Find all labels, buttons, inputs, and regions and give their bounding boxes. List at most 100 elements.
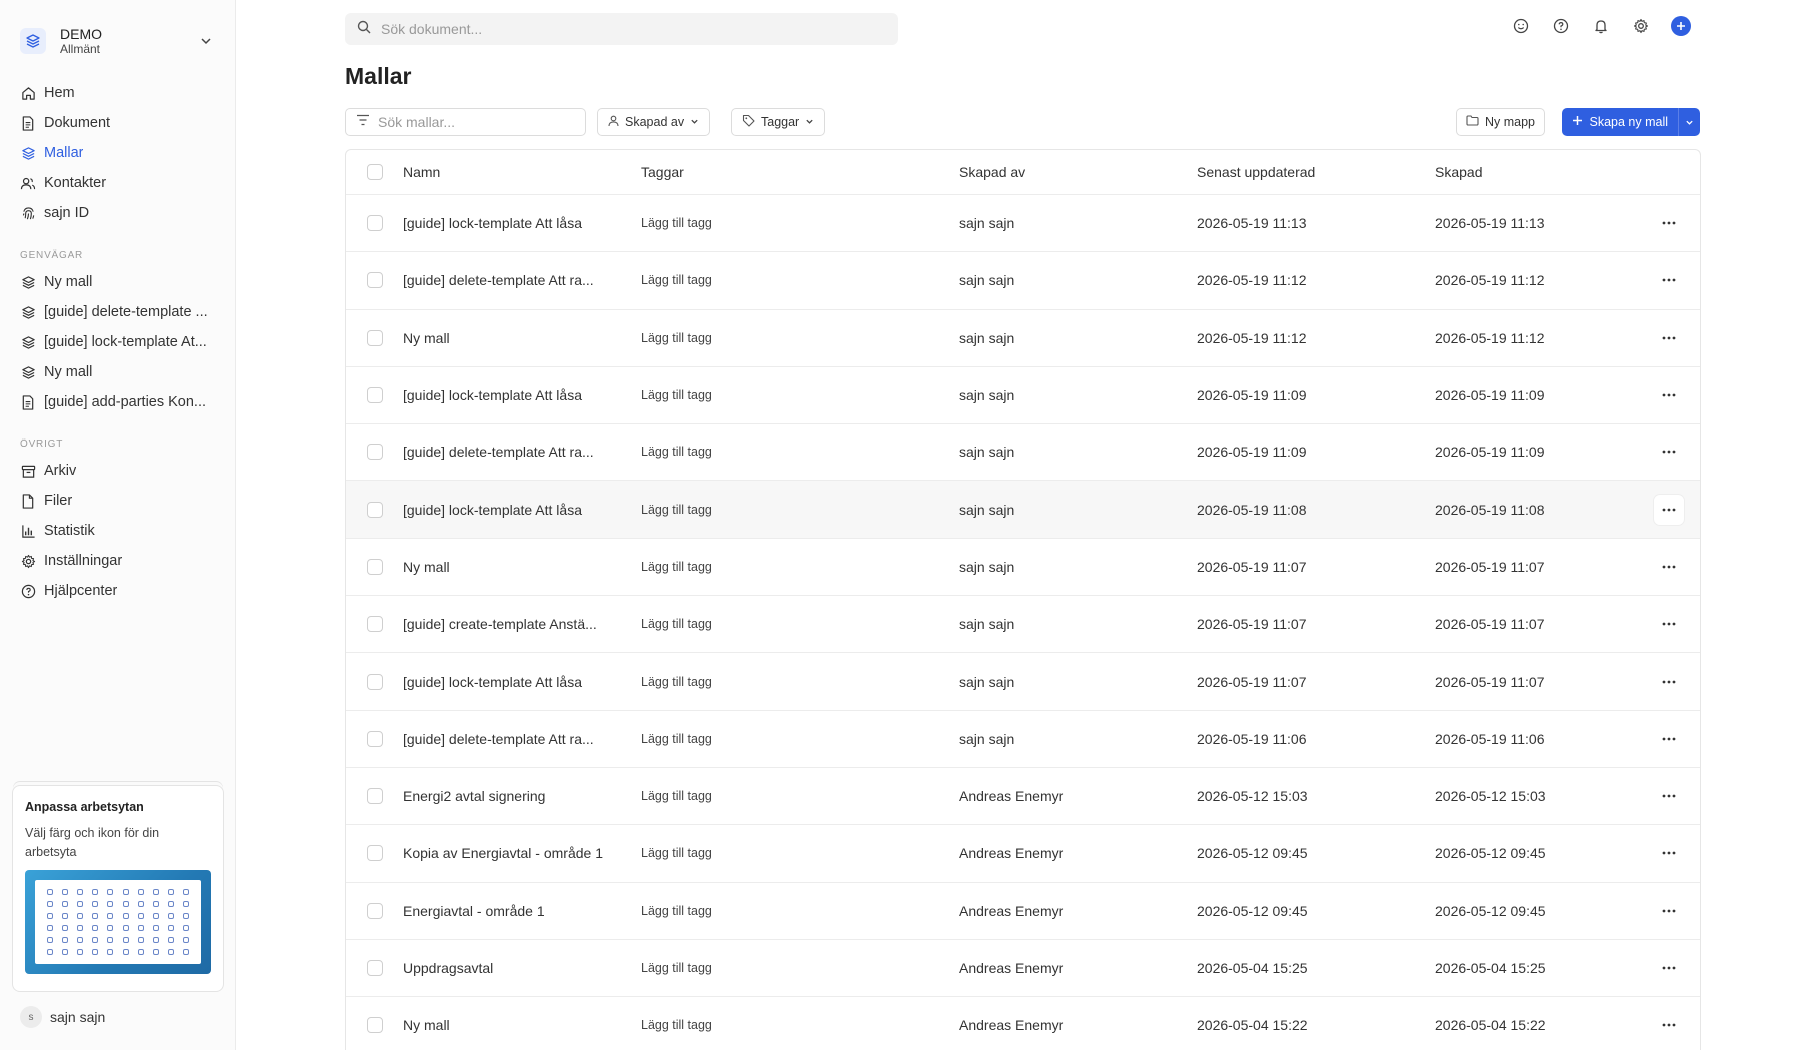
sidebar-item-mallar[interactable]: Mallar — [0, 138, 235, 168]
table-row[interactable]: [guide] lock-template Att låsa Lägg till … — [346, 367, 1700, 425]
template-name[interactable]: Ny mall — [403, 559, 641, 575]
more-options-icon[interactable] — [1654, 667, 1684, 697]
chevron-down-icon[interactable] — [197, 32, 215, 50]
table-row[interactable]: [guide] delete-template Att ra... Lägg ti… — [346, 711, 1700, 768]
table-row[interactable]: [guide] delete-template Att ra... Lägg ti… — [346, 424, 1700, 482]
more-options-icon[interactable] — [1654, 265, 1684, 295]
row-checkbox[interactable] — [366, 902, 383, 919]
bell-icon[interactable] — [1591, 16, 1611, 36]
customize-workspace-card[interactable]: Anpassa arbetsytan Välj färg och ikon fö… — [12, 785, 224, 992]
sidebar-item-dokument[interactable]: Dokument — [0, 108, 235, 138]
sidebar-item-statistik[interactable]: Statistik — [0, 516, 235, 546]
template-name[interactable]: Energiavtal - område 1 — [403, 903, 641, 919]
smiley-icon[interactable] — [1511, 16, 1531, 36]
row-checkbox[interactable] — [366, 730, 383, 747]
more-options-icon[interactable] — [1654, 494, 1684, 525]
add-tag-button[interactable]: Lägg till tagg — [641, 388, 712, 402]
table-row[interactable]: Ny mall Lägg till tagg sajn sajn 2026-05-19… — [346, 310, 1700, 367]
sidebar-item-inställningar[interactable]: Inställningar — [0, 546, 235, 576]
add-tag-button[interactable]: Lägg till tagg — [641, 675, 712, 689]
more-options-icon[interactable] — [1654, 781, 1684, 811]
template-name[interactable]: [guide] lock-template Att låsa — [403, 674, 641, 690]
row-checkbox[interactable] — [366, 215, 383, 232]
row-checkbox[interactable] — [366, 673, 383, 690]
table-row[interactable]: Energi2 avtal signering Lägg till tagg And… — [346, 768, 1700, 826]
gear-icon[interactable] — [1631, 16, 1651, 36]
sidebar-item-hjälpcenter[interactable]: Hjälpcenter — [0, 576, 235, 606]
table-row[interactable]: [guide] lock-template Att låsa Lägg till … — [346, 481, 1700, 539]
template-name[interactable]: [guide] lock-template Att låsa — [403, 387, 641, 403]
template-name[interactable]: Uppdragsavtal — [403, 960, 641, 976]
add-tag-button[interactable]: Lägg till tagg — [641, 732, 712, 746]
sidebar-item-hem[interactable]: Hem — [0, 78, 235, 108]
header-created-by[interactable]: Skapad av — [959, 164, 1197, 180]
more-options-icon[interactable] — [1654, 896, 1684, 926]
sidebar-item-ny-mall[interactable]: Ny mall — [0, 267, 235, 297]
template-name[interactable]: [guide] delete-template Att ra... — [403, 731, 641, 747]
sidebar-item-guide-delete-template[interactable]: [guide] delete-template ... — [0, 297, 235, 327]
more-options-icon[interactable] — [1654, 609, 1684, 639]
table-row[interactable]: Energiavtal - område 1 Lägg till tagg Andr… — [346, 883, 1700, 940]
row-checkbox[interactable] — [366, 1017, 383, 1034]
template-search-input[interactable] — [378, 114, 568, 130]
user-menu[interactable]: s sajn sajn — [20, 1006, 105, 1028]
table-row[interactable]: Kopia av Energiavtal - område 1 Lägg till… — [346, 825, 1700, 883]
add-tag-button[interactable]: Lägg till tagg — [641, 789, 712, 803]
add-tag-button[interactable]: Lägg till tagg — [641, 445, 712, 459]
workspace-switcher[interactable]: DEMO Allmänt — [0, 0, 235, 66]
sidebar-item-arkiv[interactable]: Arkiv — [0, 456, 235, 486]
more-options-icon[interactable] — [1654, 838, 1684, 868]
help-icon[interactable] — [1551, 16, 1571, 36]
template-name[interactable]: Kopia av Energiavtal - område 1 — [403, 845, 641, 861]
sidebar-item-guide-add-parties-kon[interactable]: [guide] add-parties Kon... — [0, 387, 235, 417]
table-row[interactable]: [guide] lock-template Att låsa Lägg till … — [346, 195, 1700, 253]
template-name[interactable]: [guide] delete-template Att ra... — [403, 444, 641, 460]
row-checkbox[interactable] — [366, 616, 383, 633]
tags-filter[interactable]: Taggar — [731, 108, 826, 136]
table-row[interactable]: [guide] create-template Anstä... Lägg til… — [346, 596, 1700, 654]
add-tag-button[interactable]: Lägg till tagg — [641, 503, 712, 517]
table-row[interactable]: [guide] delete-template Att ra... Lägg ti… — [346, 252, 1700, 310]
document-search[interactable] — [345, 13, 898, 45]
created-by-filter[interactable]: Skapad av — [597, 108, 711, 136]
select-all-checkbox[interactable] — [366, 164, 383, 180]
more-options-icon[interactable] — [1654, 953, 1684, 983]
row-checkbox[interactable] — [366, 387, 383, 404]
header-created[interactable]: Skapad — [1435, 164, 1635, 180]
add-tag-button[interactable]: Lägg till tagg — [641, 617, 712, 631]
header-name[interactable]: Namn — [403, 164, 641, 180]
create-template-button[interactable]: Skapa ny mall — [1562, 108, 1700, 136]
add-tag-button[interactable]: Lägg till tagg — [641, 560, 712, 574]
add-tag-button[interactable]: Lägg till tagg — [641, 846, 712, 860]
more-options-icon[interactable] — [1654, 437, 1684, 467]
row-checkbox[interactable] — [366, 558, 383, 575]
row-checkbox[interactable] — [366, 272, 383, 289]
table-row[interactable]: Ny mall Lägg till tagg Andreas Enemyr 2026-… — [346, 997, 1700, 1050]
add-tag-button[interactable]: Lägg till tagg — [641, 216, 712, 230]
table-row[interactable]: Ny mall Lägg till tagg sajn sajn 2026-05-19… — [346, 539, 1700, 597]
table-row[interactable]: [guide] lock-template Att låsa Lägg till … — [346, 653, 1700, 711]
sidebar-item-filer[interactable]: Filer — [0, 486, 235, 516]
template-name[interactable]: [guide] create-template Anstä... — [403, 616, 641, 632]
template-search[interactable] — [345, 108, 586, 136]
more-options-icon[interactable] — [1654, 552, 1684, 582]
add-tag-button[interactable]: Lägg till tagg — [641, 961, 712, 975]
search-input[interactable] — [381, 21, 861, 37]
template-name[interactable]: Energi2 avtal signering — [403, 788, 641, 804]
more-options-icon[interactable] — [1654, 724, 1684, 754]
template-name[interactable]: [guide] lock-template Att låsa — [403, 502, 641, 518]
row-checkbox[interactable] — [366, 329, 383, 346]
more-options-icon[interactable] — [1654, 1010, 1684, 1040]
row-checkbox[interactable] — [366, 444, 383, 461]
row-checkbox[interactable] — [366, 501, 383, 518]
template-name[interactable]: Ny mall — [403, 330, 641, 346]
sidebar-item-kontakter[interactable]: Kontakter — [0, 168, 235, 198]
more-options-icon[interactable] — [1654, 208, 1684, 238]
sidebar-item-ny-mall[interactable]: Ny mall — [0, 357, 235, 387]
row-checkbox[interactable] — [366, 845, 383, 862]
more-options-icon[interactable] — [1654, 323, 1684, 353]
table-row[interactable]: Uppdragsavtal Lägg till tagg Andreas Enemy… — [346, 940, 1700, 998]
sidebar-item-guide-lock-template-at[interactable]: [guide] lock-template At... — [0, 327, 235, 357]
template-name[interactable]: [guide] lock-template Att låsa — [403, 215, 641, 231]
row-checkbox[interactable] — [366, 788, 383, 805]
